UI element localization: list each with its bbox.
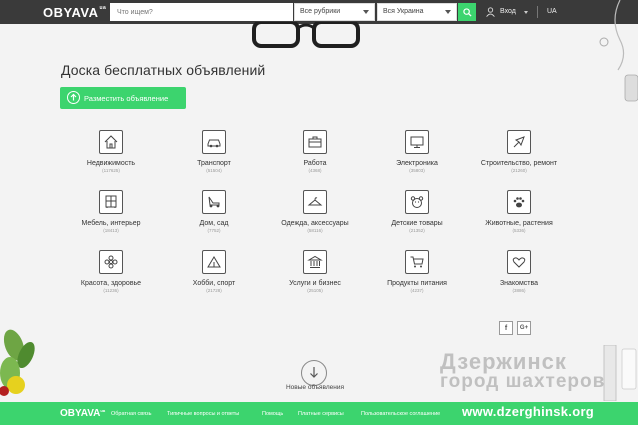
footer-link-paid-services[interactable]: Платные сервисы (298, 411, 344, 417)
chevron-down-icon[interactable] (524, 11, 528, 14)
category-hobby[interactable]: Хобби, спорт (21728) (164, 250, 264, 293)
facebook-icon[interactable]: f (499, 321, 513, 335)
cart-icon (405, 250, 429, 274)
arrow-down-circle-icon[interactable] (301, 360, 327, 386)
site-logo[interactable]: OBYAVAua (43, 5, 106, 20)
tent-icon (202, 250, 226, 274)
category-animals[interactable]: Животные, растения (5336) (469, 190, 569, 233)
user-icon[interactable] (486, 7, 495, 17)
rubric-select-value: Все рубрики (300, 8, 341, 15)
car-icon (202, 130, 226, 154)
category-kids[interactable]: Детские товары (21352) (367, 190, 467, 233)
paw-icon (507, 190, 531, 214)
footer-link-help[interactable]: Помощь (262, 411, 283, 417)
chevron-down-icon (445, 10, 451, 14)
chevron-down-icon (363, 10, 369, 14)
category-electronics[interactable]: Электроника (35803) (367, 130, 467, 173)
footer-link-feedback[interactable]: Обратная связь (111, 411, 152, 417)
hanger-icon (303, 190, 327, 214)
new-ads-link[interactable]: Новые объявления (272, 384, 358, 391)
watermark: Дзержинск город шахтеров (440, 352, 606, 392)
post-ad-button[interactable]: Разместить объявление (60, 87, 186, 109)
login-link[interactable]: Вход (500, 8, 516, 15)
category-dating[interactable]: Знакомства (3886) (469, 250, 569, 293)
footer-logo[interactable]: OBYAVAua (60, 408, 105, 419)
category-home-garden[interactable]: Дом, сад (7752) (164, 190, 264, 233)
briefcase-icon (303, 130, 327, 154)
category-beauty[interactable]: Красота, здоровье (11236) (61, 250, 161, 293)
header-divider (537, 6, 538, 18)
footer-link-terms[interactable]: Пользовательское соглашение (361, 411, 440, 417)
category-jobs[interactable]: Работа (4368) (265, 130, 365, 173)
flower-icon (99, 250, 123, 274)
category-transport[interactable]: Транспорт (51504) (164, 130, 264, 173)
region-select[interactable]: Вся Украина (377, 3, 457, 21)
rubric-select[interactable]: Все рубрики (294, 3, 375, 21)
search-button[interactable] (458, 3, 476, 21)
bank-icon (303, 250, 327, 274)
google-plus-icon[interactable]: G+ (517, 321, 531, 335)
lawnmower-icon (202, 190, 226, 214)
teddy-bear-icon (405, 190, 429, 214)
category-clothing[interactable]: Одежда, аксессуары (58116) (265, 190, 365, 233)
category-furniture[interactable]: Мебель, интерьер (18413) (61, 190, 161, 233)
region-select-value: Вся Украина (383, 8, 424, 15)
trowel-icon (507, 130, 531, 154)
headphones-decoration-icon (599, 0, 638, 102)
watermark-url: www.dzerghinsk.org (462, 404, 595, 419)
language-switch[interactable]: UA (547, 8, 557, 15)
category-construction[interactable]: Строительство, ремонт (21260) (469, 130, 569, 173)
category-real-estate[interactable]: Недвижимость (117625) (61, 130, 161, 173)
house-icon (99, 130, 123, 154)
footer-link-faq[interactable]: Типичные вопросы и ответы (167, 411, 239, 417)
arrow-up-circle-icon (67, 91, 80, 104)
search-icon (462, 7, 472, 17)
glasses-decoration-icon (252, 22, 360, 48)
monitor-icon (405, 130, 429, 154)
plant-decoration-icon (0, 329, 35, 396)
category-services[interactable]: Услуги и бизнес (25105) (265, 250, 365, 293)
page-title: Доска бесплатных объявлений (61, 62, 266, 78)
hearts-icon (507, 250, 531, 274)
wardrobe-icon (99, 190, 123, 214)
search-input[interactable] (110, 3, 293, 21)
post-ad-button-label: Разместить объявление (84, 93, 169, 103)
category-food[interactable]: Продукты питания (4237) (367, 250, 467, 293)
top-navigation-bar: OBYAVAua Все рубрики Вся Украина Вход UA (0, 0, 638, 24)
